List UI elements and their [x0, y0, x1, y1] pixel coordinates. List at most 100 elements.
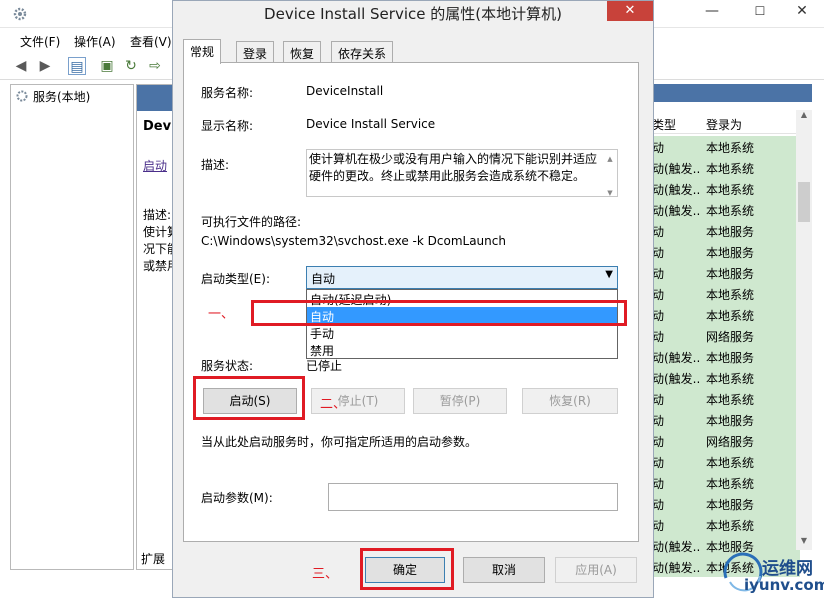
menu-view[interactable]: 查看(V) [130, 33, 172, 50]
properties-dialog: Device Install Service 的属性(本地计算机) ✕ 常规 登… [172, 0, 654, 598]
row-startup-type: 动(触发... [652, 204, 700, 218]
row-startup-type: 动 [652, 414, 665, 428]
option-manual[interactable]: 手动 [307, 324, 617, 341]
services-list: 类型 登录为 动本地系统 动(触发... 本地系统 动(触发... 本地系统 动(触发..… [652, 84, 812, 577]
tab-logon[interactable]: 登录 [236, 41, 275, 63]
startup-type-value: 自动 [311, 272, 336, 286]
table-row[interactable]: 动 本地系统 [652, 304, 800, 325]
row-logon-as: 本地系统 [706, 162, 755, 176]
scroll-up-icon[interactable]: ▲ [796, 110, 812, 124]
row-logon-as: 本地系统 [706, 456, 755, 470]
export-icon[interactable]: ⇨ [146, 57, 164, 75]
row-startup-type: 动(触发... [652, 372, 700, 386]
refresh-icon[interactable]: ↻ [122, 57, 140, 75]
back-arrow-icon[interactable]: ◀ [12, 57, 30, 75]
column-startup-type[interactable]: 类型 [652, 116, 676, 133]
row-logon-as: 网络服务 [706, 330, 755, 344]
row-startup-type: 动 [652, 477, 665, 491]
table-row[interactable]: 动 本地系统 [652, 451, 800, 472]
row-startup-type: 动 [652, 288, 665, 302]
tab-dependencies[interactable]: 依存关系 [331, 41, 394, 63]
step-two-label: 二、 [320, 397, 347, 412]
dialog-tabs: 常规 登录 恢复 依存关系 [183, 39, 643, 64]
minimize-button[interactable]: — [690, 0, 734, 22]
menu-action[interactable]: 操作(A) [74, 33, 116, 50]
list-header-bar [652, 84, 812, 102]
row-startup-type: 动 [652, 141, 665, 155]
service-status-label: 服务状态: [201, 359, 254, 373]
table-row[interactable]: 动 本地系统 [652, 283, 800, 304]
exe-path-label: 可执行文件的路径: [201, 215, 302, 229]
table-row[interactable]: 动 本地系统 [652, 472, 800, 493]
row-logon-as: 本地系统 [706, 204, 755, 218]
table-row[interactable]: 动 本地系统 [652, 388, 800, 409]
resume-button[interactable]: 恢复(R) [522, 388, 618, 414]
table-row[interactable]: 动 本地服务 [652, 262, 800, 283]
chevron-down-icon: ▼ [605, 269, 613, 280]
table-row[interactable]: 动 本地服务 [652, 493, 800, 514]
startup-type-label: 启动类型(E): [201, 272, 270, 286]
start-params-label: 启动参数(M): [201, 491, 273, 505]
properties-icon[interactable]: ▣ [98, 57, 116, 75]
row-startup-type: 动(触发... [652, 162, 700, 176]
cancel-button[interactable]: 取消 [463, 557, 545, 583]
column-logon-as[interactable]: 登录为 [706, 116, 742, 133]
close-button[interactable]: ✕ [780, 0, 824, 22]
row-startup-type: 动 [652, 330, 665, 344]
console-tree-icon[interactable]: ▤ [68, 57, 86, 75]
table-row[interactable]: 动 本地服务 [652, 220, 800, 241]
table-row[interactable]: 动 网络服务 [652, 325, 800, 346]
description-text: 使计算机在极少或没有用户输入的情况下能识别并适应硬件的更改。终止或禁用此服务会造… [309, 152, 598, 183]
row-startup-type: 动 [652, 393, 665, 407]
table-row[interactable]: 动(触发... 本地系统 [652, 157, 800, 178]
table-row[interactable]: 动 本地服务 [652, 241, 800, 262]
column-headers: 类型 登录为 [652, 112, 800, 134]
table-row[interactable]: 动(触发... 本地服务 [652, 346, 800, 367]
row-logon-as: 本地服务 [706, 267, 755, 281]
table-row[interactable]: 动(触发... 本地系统 [652, 199, 800, 220]
scroll-down-icon[interactable]: ▼ [604, 185, 616, 197]
step-three-label: 三、 [312, 567, 339, 582]
row-startup-type: 动(触发... [652, 351, 700, 365]
option-disabled[interactable]: 禁用 [307, 341, 617, 358]
highlight-ok-button [360, 548, 454, 590]
row-startup-type: 动 [652, 309, 665, 323]
dialog-close-button[interactable]: ✕ [607, 1, 653, 21]
pause-button[interactable]: 暂停(P) [413, 388, 507, 414]
table-row[interactable]: 动(触发... 本地系统 [652, 178, 800, 199]
row-startup-type: 动(触发... [652, 183, 700, 197]
apply-button[interactable]: 应用(A) [555, 557, 637, 583]
tab-recovery[interactable]: 恢复 [283, 41, 322, 63]
table-row[interactable]: 动 网络服务 [652, 430, 800, 451]
table-row[interactable]: 动 本地系统 [652, 136, 800, 157]
tab-general[interactable]: 常规 [183, 39, 222, 64]
row-startup-type: 动 [652, 267, 665, 281]
start-service-link[interactable]: 启动 [143, 157, 167, 174]
table-row[interactable]: 动(触发... 本地系统 [652, 367, 800, 388]
startup-type-select[interactable]: 自动 ▼ [306, 266, 618, 289]
scroll-up-icon[interactable]: ▲ [604, 151, 616, 163]
row-logon-as: 本地系统 [706, 372, 755, 386]
menu-file[interactable]: 文件(F) [20, 33, 60, 50]
start-params-input[interactable] [328, 483, 618, 511]
table-row[interactable]: 动 本地服务 [652, 409, 800, 430]
scroll-thumb[interactable] [798, 182, 810, 222]
row-logon-as: 本地服务 [706, 351, 755, 365]
tab-extended[interactable]: 扩展 [136, 548, 176, 570]
tree-item-label: 服务(本地) [33, 90, 91, 104]
row-logon-as: 本地服务 [706, 498, 755, 512]
row-startup-type: 动 [652, 435, 665, 449]
dialog-title: Device Install Service 的属性(本地计算机) [264, 5, 562, 23]
scroll-down-icon[interactable]: ▼ [796, 536, 812, 550]
forward-arrow-icon[interactable]: ▶ [36, 57, 54, 75]
row-logon-as: 本地服务 [706, 246, 755, 260]
tree-item-services-local[interactable]: 服务(本地) [15, 88, 90, 105]
description-textbox[interactable]: 使计算机在极少或没有用户输入的情况下能识别并适应硬件的更改。终止或禁用此服务会造… [306, 149, 618, 197]
list-scrollbar[interactable]: ▲ ▼ [796, 110, 812, 550]
table-row[interactable]: 动 本地系统 [652, 514, 800, 535]
display-name-label: 显示名称: [201, 119, 254, 133]
highlight-auto-option [251, 300, 627, 326]
description-scrollbar[interactable]: ▲ ▼ [604, 151, 616, 197]
maximize-button[interactable]: ☐ [738, 0, 782, 22]
row-startup-type: 动(触发... [652, 540, 700, 554]
